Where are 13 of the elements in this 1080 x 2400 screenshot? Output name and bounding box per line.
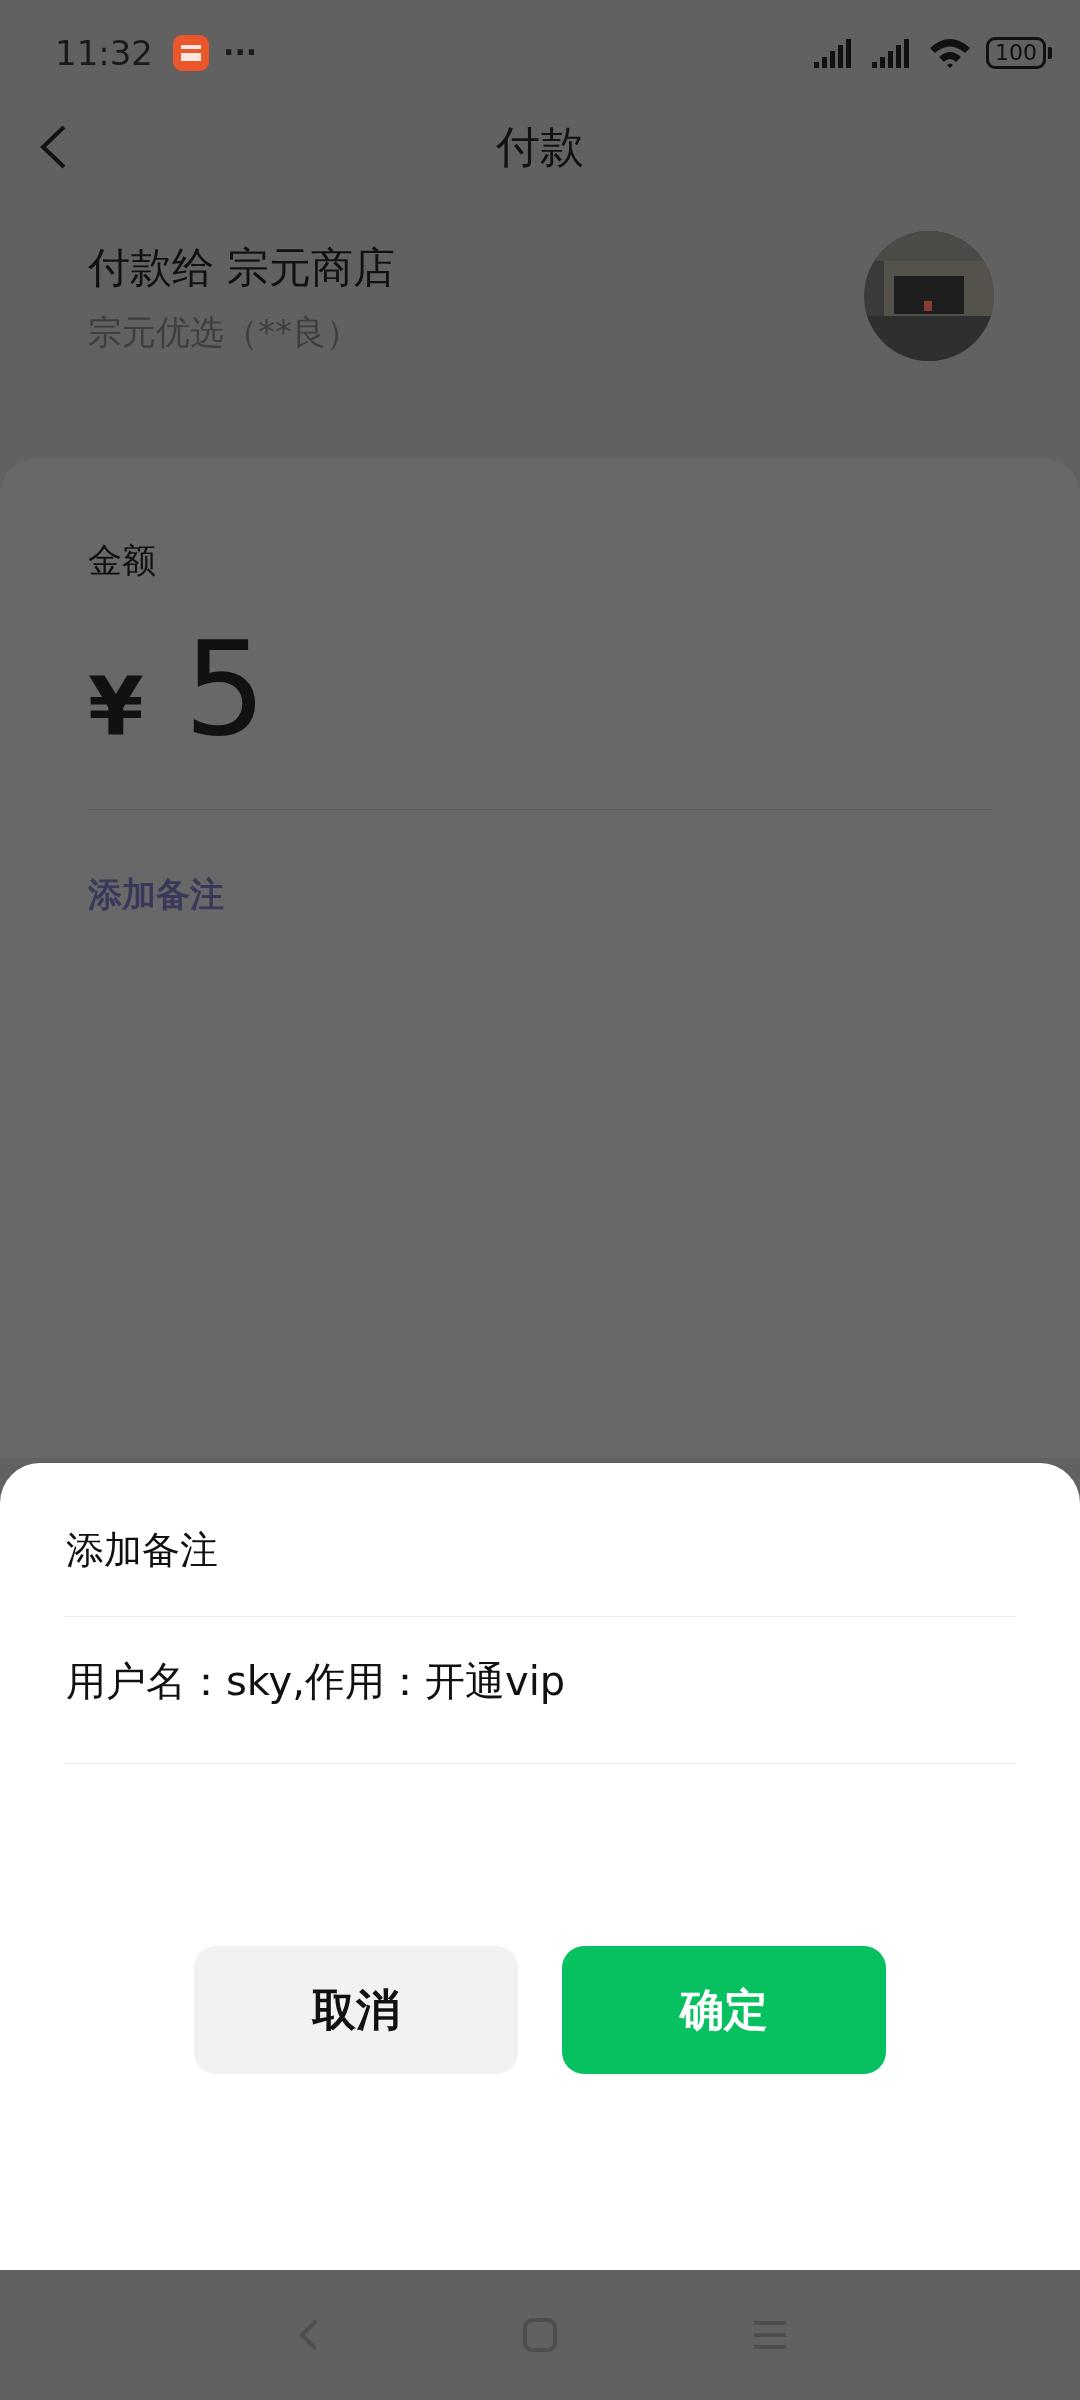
status-time: 11:32 bbox=[55, 32, 153, 73]
dialog-title: 添加备注 bbox=[66, 1527, 218, 1574]
amount-value: 5 bbox=[183, 624, 267, 754]
payee-name: 付款给 宗元商店 bbox=[88, 242, 396, 294]
back-icon[interactable] bbox=[38, 124, 68, 170]
amount-label: 金额 bbox=[88, 539, 156, 582]
cancel-button[interactable]: 取消 bbox=[194, 1946, 518, 2074]
page-title: 付款 bbox=[496, 119, 584, 174]
note-input-field[interactable]: 用户名：sky,作用：开通vip bbox=[64, 1651, 1016, 1711]
more-dots: ··· bbox=[223, 35, 258, 70]
battery-icon: 100 bbox=[986, 36, 1046, 69]
currency-symbol: ¥ bbox=[88, 660, 144, 753]
app-icon bbox=[173, 34, 209, 71]
